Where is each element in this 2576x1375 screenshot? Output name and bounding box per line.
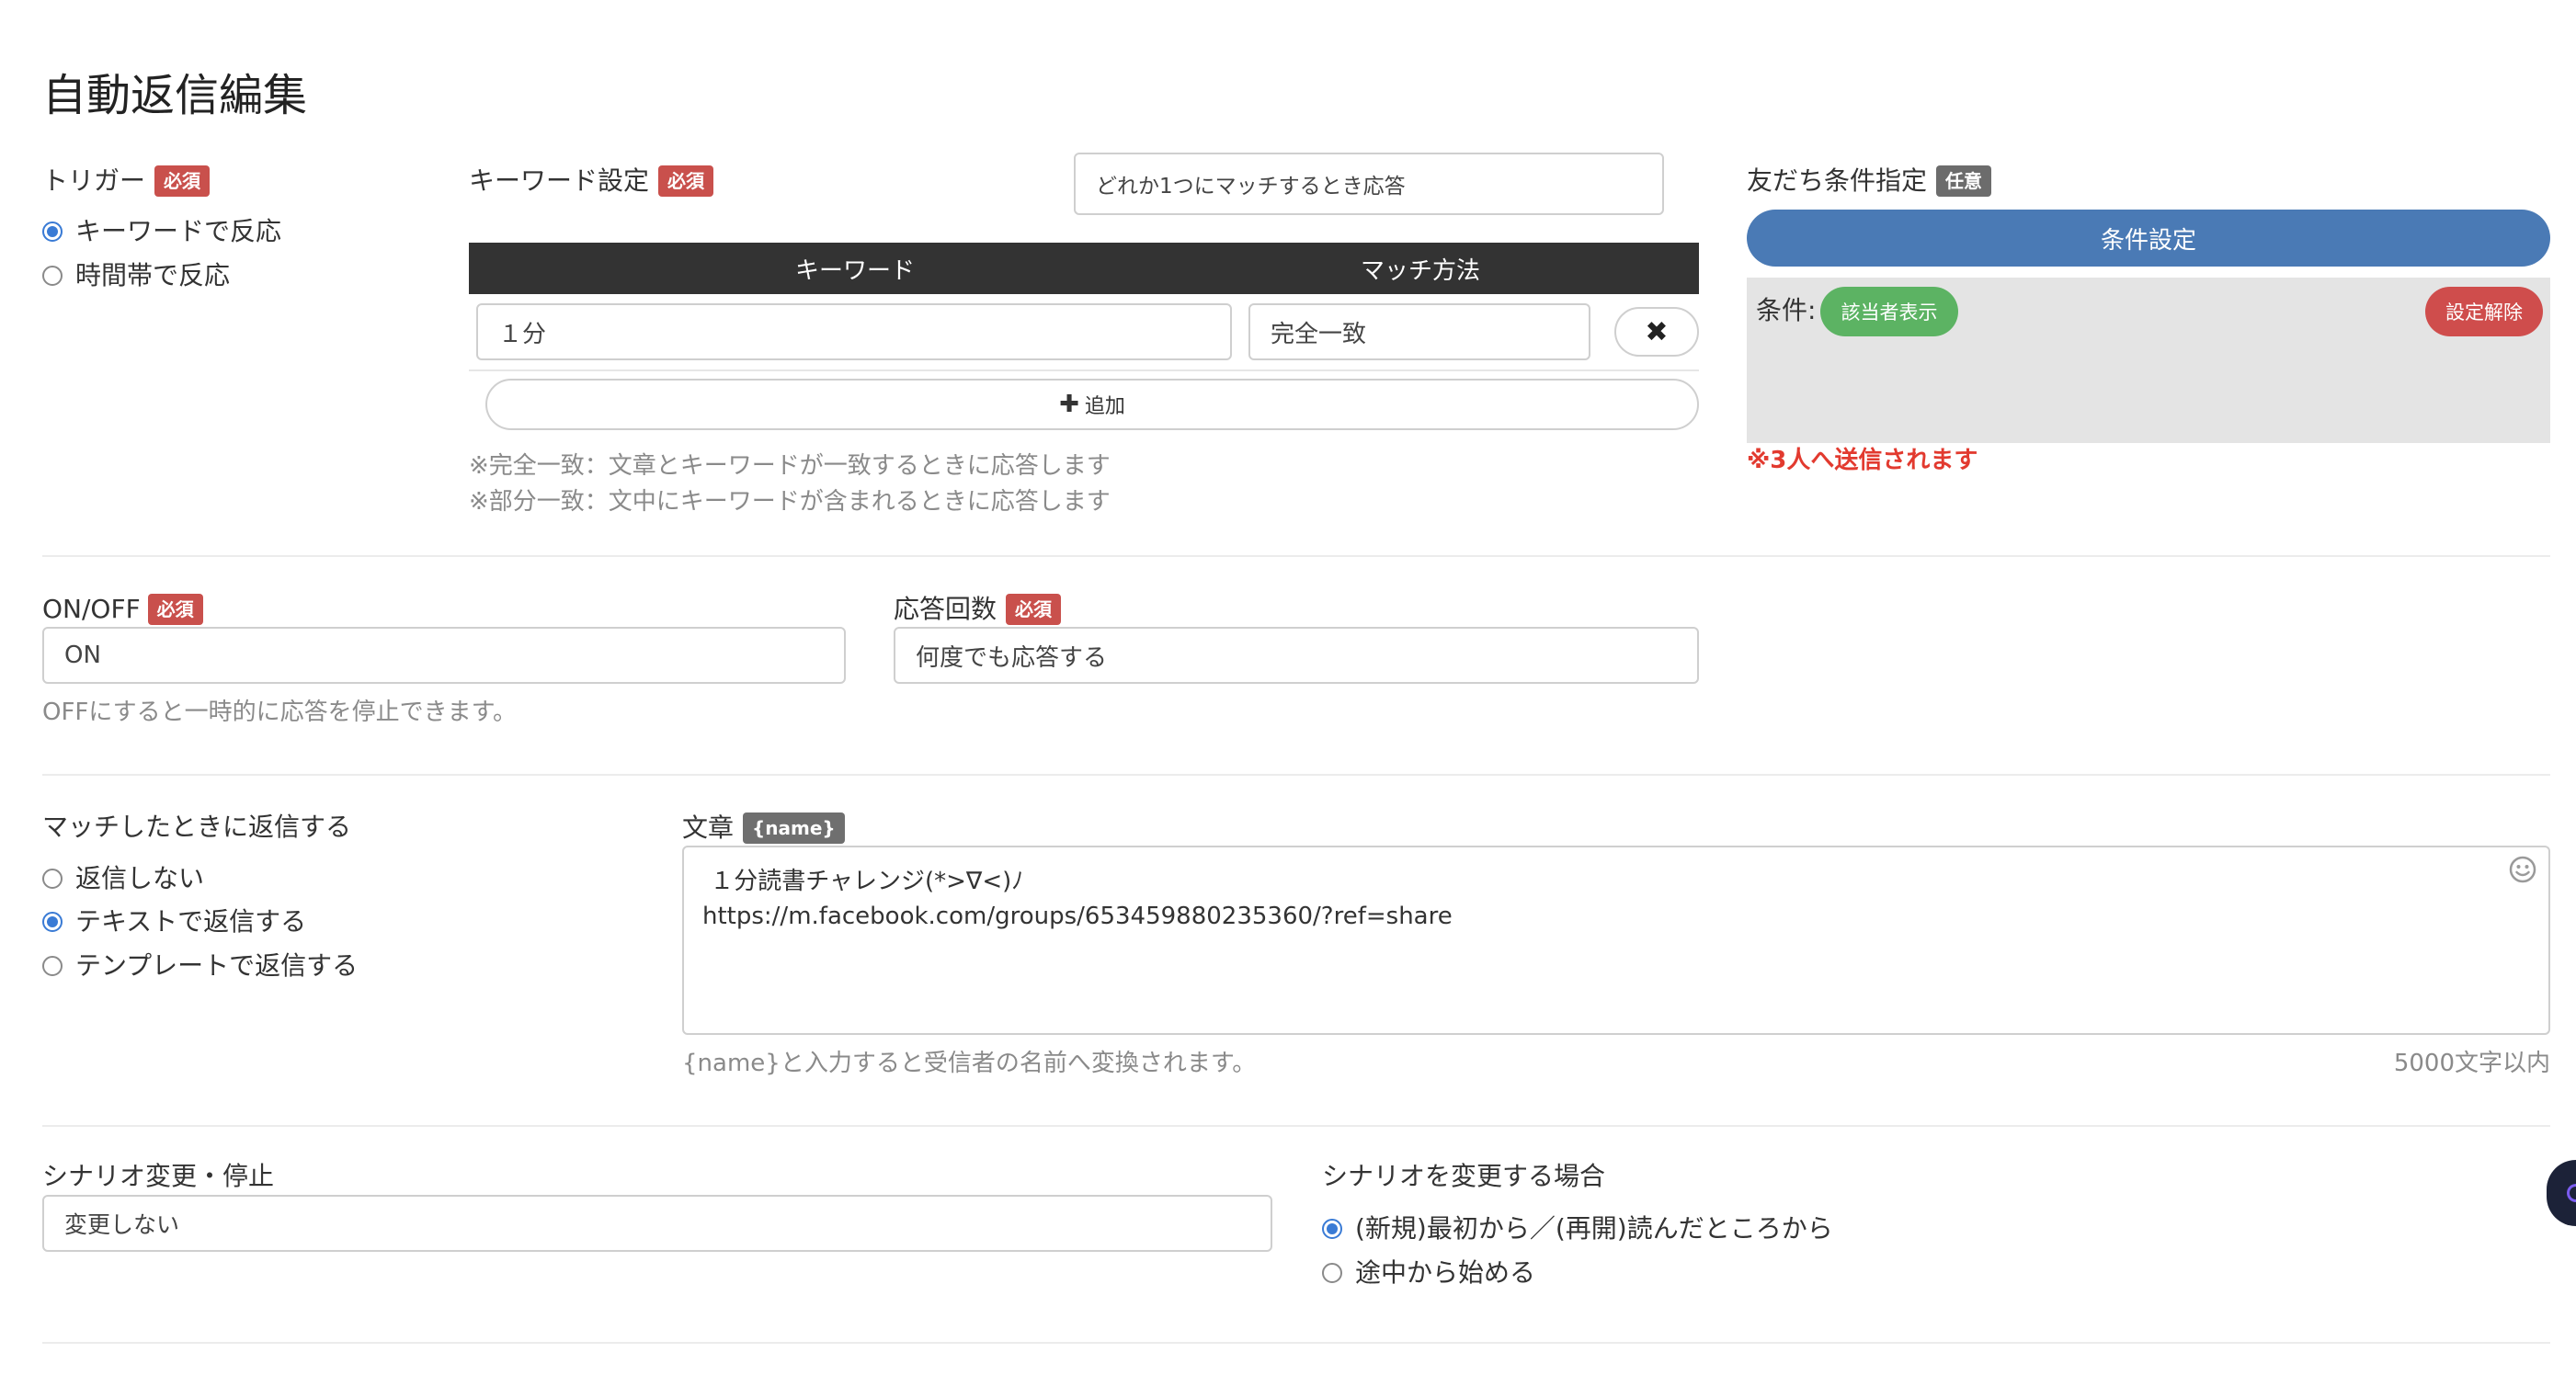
add-keyword-button[interactable]: ✚ 追加: [485, 379, 1699, 430]
trigger-option-time[interactable]: 時間帯で反応: [42, 263, 230, 289]
floating-chat-button[interactable]: [2547, 1160, 2576, 1226]
reply-option-label: テンプレートで返信する: [75, 950, 359, 981]
add-keyword-label: 追加: [1084, 395, 1125, 418]
section-divider: [42, 774, 2550, 776]
send-count-note: ※3人へ送信されます: [1747, 447, 1978, 474]
keyword-input[interactable]: １分: [476, 303, 1232, 360]
trigger-option-label: 時間帯で反応: [75, 260, 231, 290]
message-textarea[interactable]: １分読書チャレンジ(*>∇<)ﾉ https://m.facebook.com/…: [682, 846, 2550, 1035]
condition-settings-button[interactable]: 条件設定: [1747, 210, 2550, 267]
scenario-change-option-label: 途中から始める: [1355, 1257, 1536, 1288]
reply-option-none[interactable]: 返信しない: [42, 866, 204, 892]
table-row-divider: [469, 369, 1699, 371]
plus-icon: ✚: [1059, 391, 1079, 418]
response-count-label-group: 応答回数 必須: [894, 594, 1062, 625]
scenario-change-option-restart[interactable]: (新規)最初から／(再開)読んだところから: [1322, 1216, 1833, 1242]
delete-keyword-button[interactable]: ✖: [1614, 307, 1699, 357]
reply-option-template[interactable]: テンプレートで返信する: [42, 953, 358, 979]
keyword-settings-label: キーワード設定: [469, 165, 650, 196]
section-divider: [42, 555, 2550, 557]
radio-unchecked-icon[interactable]: [1322, 1263, 1342, 1283]
message-char-limit: 5000文字以内: [2393, 1050, 2550, 1077]
page-title: 自動返信編集: [42, 70, 308, 121]
clear-conditions-button[interactable]: 設定解除: [2425, 287, 2543, 336]
conditions-label: 条件:: [1756, 295, 1817, 325]
chat-icon: [2567, 1184, 2576, 1202]
trigger-label-group: トリガー 必須: [42, 165, 211, 197]
required-badge: 必須: [147, 594, 203, 625]
friend-conditions-label-group: 友だち条件指定 任意: [1747, 165, 1992, 197]
onoff-label: ON/OFF: [42, 594, 141, 624]
radio-checked-icon[interactable]: [1322, 1219, 1342, 1239]
message-label: 文章: [682, 812, 735, 843]
radio-unchecked-icon[interactable]: [42, 266, 63, 286]
scenario-change-option-midway[interactable]: 途中から始める: [1322, 1260, 1535, 1286]
reply-label: マッチしたときに返信する: [42, 812, 352, 842]
match-mode-select[interactable]: どれか1つにマッチするとき応答: [1074, 153, 1664, 215]
close-icon: ✖: [1645, 315, 1669, 348]
required-badge: 必須: [154, 165, 211, 197]
match-method-select[interactable]: 完全一致: [1248, 303, 1590, 360]
response-count-label: 応答回数: [894, 594, 997, 624]
onoff-hint: OFFにすると一時的に応答を停止できます。: [42, 699, 518, 726]
keyword-settings-label-group: キーワード設定 必須: [469, 165, 714, 197]
radio-unchecked-icon[interactable]: [42, 956, 63, 976]
response-count-select[interactable]: 何度でも応答する: [894, 627, 1699, 684]
smiley-icon[interactable]: [2508, 855, 2537, 884]
match-method-column-header: マッチ方法: [1360, 256, 1480, 285]
onoff-label-group: ON/OFF 必須: [42, 594, 203, 625]
auto-reply-edit-page: 自動返信編集 トリガー 必須 キーワードで反応 時間帯で反応 キーワード設定 必…: [0, 0, 2576, 1375]
scenario-select[interactable]: 変更しない: [42, 1195, 1272, 1252]
trigger-option-keyword[interactable]: キーワードで反応: [42, 219, 281, 244]
optional-badge: 任意: [1936, 165, 1992, 197]
radio-unchecked-icon[interactable]: [42, 869, 63, 889]
reply-option-label: テキストで返信する: [75, 906, 307, 937]
scenario-change-label: シナリオを変更する場合: [1322, 1161, 1606, 1191]
scenario-change-option-label: (新規)最初から／(再開)読んだところから: [1355, 1213, 1833, 1244]
section-divider: [42, 1342, 2550, 1344]
required-badge: 必須: [658, 165, 714, 197]
message-hint: {name}と入力すると受信者の名前へ変換されます。: [682, 1050, 1257, 1077]
reply-option-label: 返信しない: [75, 863, 205, 893]
radio-checked-icon[interactable]: [42, 912, 63, 932]
message-label-group: 文章 {name}: [682, 812, 845, 844]
friend-conditions-label: 友だち条件指定: [1747, 165, 1928, 196]
show-matches-button[interactable]: 該当者表示: [1820, 287, 1958, 336]
reply-option-text[interactable]: テキストで返信する: [42, 909, 306, 935]
name-variable-badge: {name}: [743, 812, 845, 844]
trigger-label: トリガー: [42, 165, 146, 196]
required-badge: 必須: [1006, 594, 1062, 625]
scenario-label: シナリオ変更・停止: [42, 1161, 275, 1191]
exact-match-note: ※完全一致：文章とキーワードが一致するときに応答します: [469, 452, 1111, 480]
radio-checked-icon[interactable]: [42, 222, 63, 242]
trigger-option-label: キーワードで反応: [75, 216, 282, 246]
section-divider: [42, 1125, 2550, 1127]
keyword-column-header: キーワード: [794, 256, 915, 285]
partial-match-note: ※部分一致：文中にキーワードが含まれるときに応答します: [469, 488, 1111, 516]
onoff-select[interactable]: ON: [42, 627, 846, 684]
